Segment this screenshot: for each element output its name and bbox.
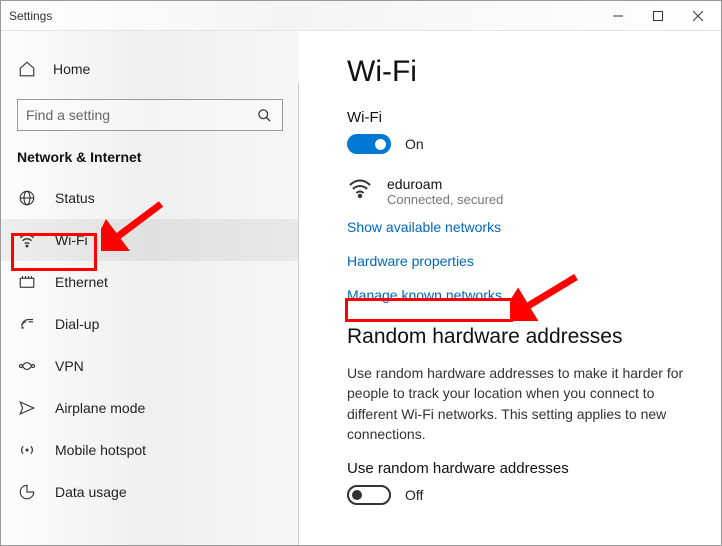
sidebar-item-hotspot[interactable]: Mobile hotspot	[1, 429, 299, 471]
data-usage-icon	[17, 483, 37, 501]
close-button[interactable]	[687, 5, 709, 27]
sidebar-item-label: Status	[55, 190, 95, 206]
search-box[interactable]	[17, 99, 283, 131]
sidebar-item-label: Wi-Fi	[55, 232, 88, 248]
home-icon	[17, 60, 37, 78]
wifi-signal-icon	[347, 176, 373, 200]
vpn-icon	[17, 357, 37, 375]
network-name: eduroam	[387, 176, 503, 192]
sidebar-item-wifi[interactable]: Wi-Fi	[1, 219, 299, 261]
sidebar-item-label: Mobile hotspot	[55, 442, 146, 458]
show-networks-link[interactable]: Show available networks	[347, 219, 691, 235]
home-label: Home	[53, 61, 90, 77]
minimize-button[interactable]	[607, 5, 629, 27]
airplane-icon	[17, 399, 37, 417]
ethernet-icon	[17, 273, 37, 291]
sidebar-item-data-usage[interactable]: Data usage	[1, 471, 299, 513]
dialup-icon	[17, 315, 37, 333]
maximize-button[interactable]	[647, 5, 669, 27]
sidebar-section-heading: Network & Internet	[1, 145, 299, 177]
page-title: Wi-Fi	[347, 55, 691, 89]
random-toggle-state: Off	[405, 487, 423, 503]
sidebar-item-ethernet[interactable]: Ethernet	[1, 261, 299, 303]
sidebar-item-label: Ethernet	[55, 274, 108, 290]
wifi-label: Wi-Fi	[347, 109, 691, 126]
window-title: Settings	[9, 9, 607, 23]
hardware-properties-link[interactable]: Hardware properties	[347, 253, 691, 269]
sidebar-item-airplane[interactable]: Airplane mode	[1, 387, 299, 429]
search-input[interactable]	[26, 107, 254, 123]
sidebar-item-label: VPN	[55, 358, 84, 374]
network-status: Connected, secured	[387, 192, 503, 207]
home-row[interactable]: Home	[1, 49, 299, 89]
sidebar-item-label: Data usage	[55, 484, 127, 500]
wifi-toggle-state: On	[405, 136, 424, 152]
titlebar: Settings	[1, 1, 721, 31]
random-body: Use random hardware addresses to make it…	[347, 363, 691, 444]
search-icon	[254, 108, 274, 123]
main-panel: Wi-Fi Wi-Fi On eduroam Connected, secure…	[299, 31, 721, 545]
random-toggle-label: Use random hardware addresses	[347, 460, 691, 477]
random-heading: Random hardware addresses	[347, 325, 691, 349]
sidebar-item-dialup[interactable]: Dial-up	[1, 303, 299, 345]
sidebar-item-vpn[interactable]: VPN	[1, 345, 299, 387]
wifi-icon	[17, 231, 37, 249]
sidebar-item-label: Airplane mode	[55, 400, 145, 416]
hotspot-icon	[17, 441, 37, 459]
random-toggle[interactable]	[347, 485, 391, 505]
sidebar-item-label: Dial-up	[55, 316, 99, 332]
connected-network[interactable]: eduroam Connected, secured	[347, 176, 691, 207]
manage-networks-link[interactable]: Manage known networks	[347, 287, 691, 303]
globe-icon	[17, 189, 37, 207]
wifi-toggle[interactable]	[347, 134, 391, 154]
sidebar-item-status[interactable]: Status	[1, 177, 299, 219]
sidebar: Home Network & Internet Status Wi-Fi	[1, 31, 299, 545]
window-controls	[607, 5, 713, 27]
